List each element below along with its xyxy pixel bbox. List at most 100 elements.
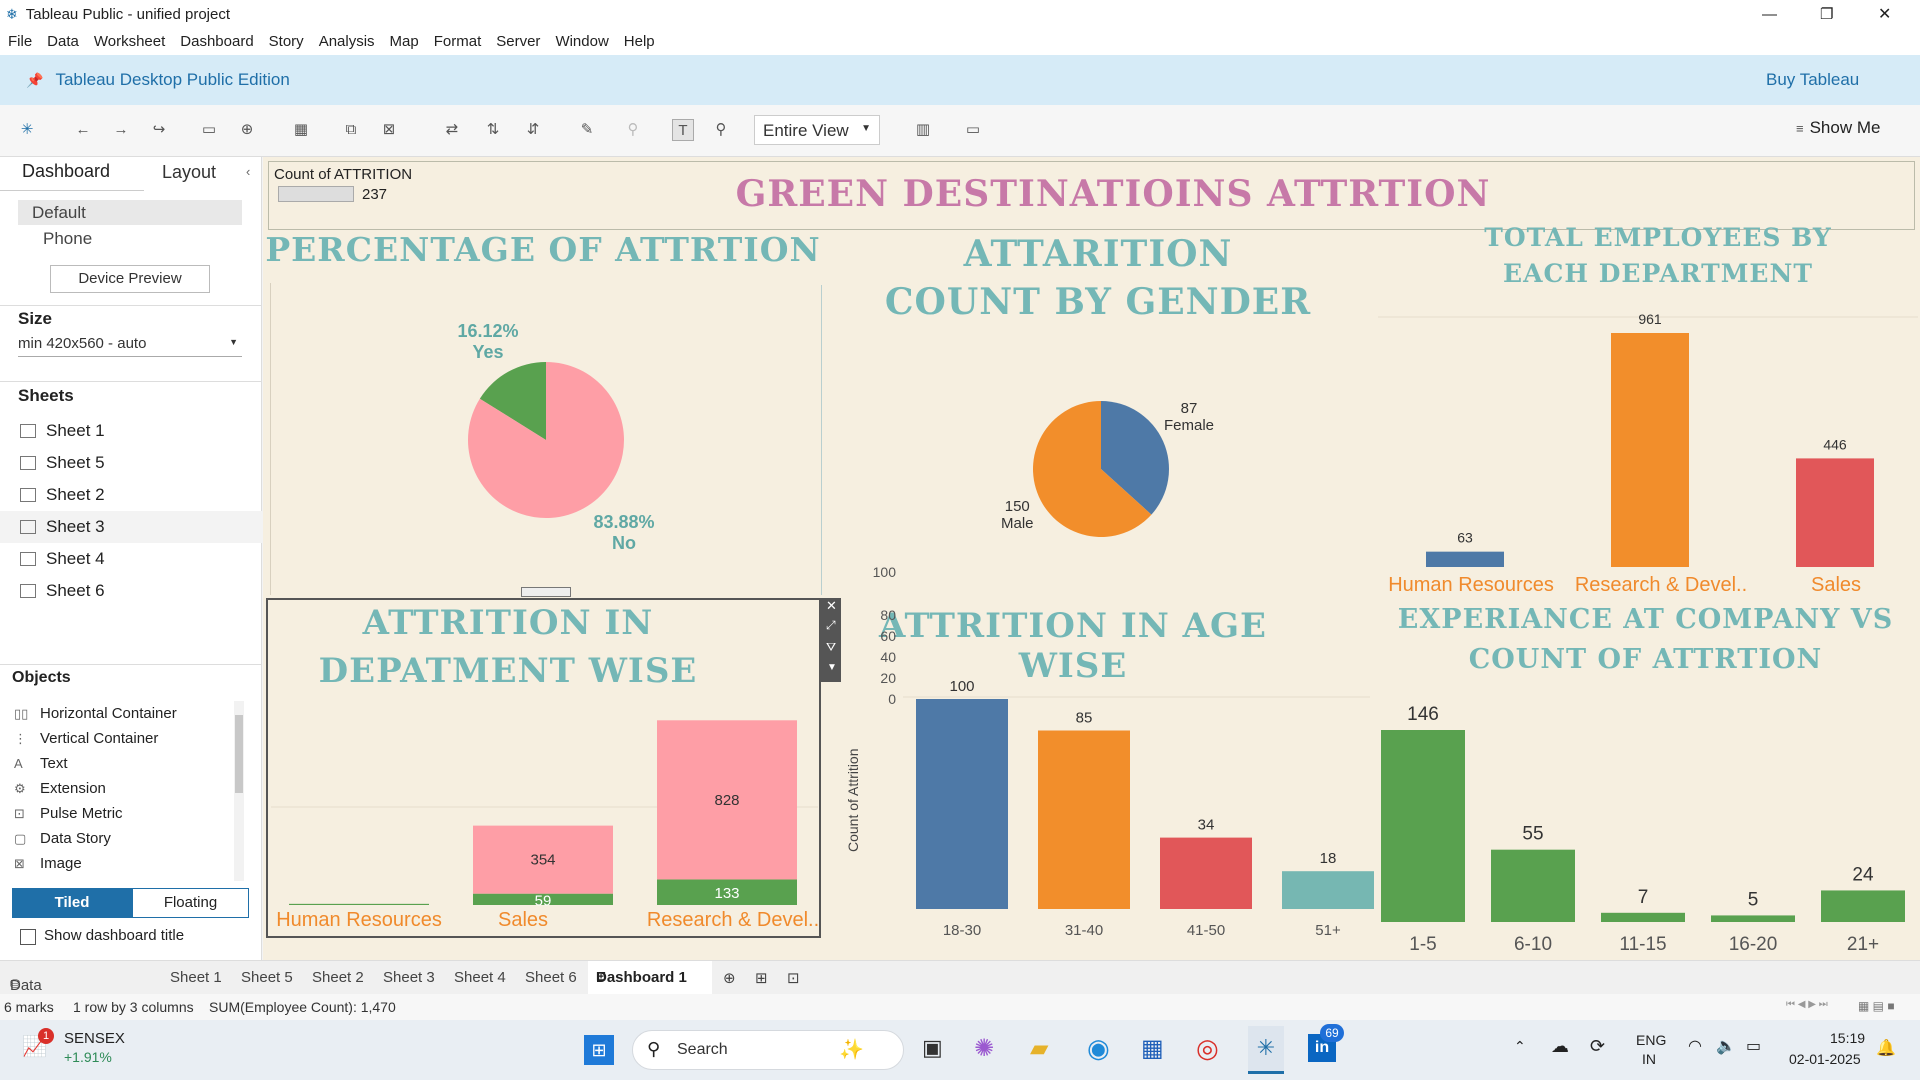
- tab-dashboard-1[interactable]: ⊞ Dashboard 1: [588, 961, 712, 995]
- menu-help[interactable]: Help: [624, 33, 655, 50]
- nav-first-icon[interactable]: ⏮ ◀ ▶ ⏭: [1786, 999, 1828, 1010]
- tab-sheet-6[interactable]: Sheet 6: [525, 969, 577, 986]
- volume-icon[interactable]: 🔈: [1716, 1036, 1736, 1056]
- menu-worksheet[interactable]: Worksheet: [94, 33, 165, 50]
- language-code[interactable]: ENG: [1636, 1032, 1666, 1048]
- wifi-icon[interactable]: ◠: [1688, 1036, 1702, 1056]
- tableau-taskbar-icon[interactable]: ✳: [1248, 1026, 1284, 1074]
- sheet-item-6[interactable]: Sheet 6: [20, 581, 105, 601]
- menu-analysis[interactable]: Analysis: [319, 33, 375, 50]
- copilot-icon[interactable]: ✺: [974, 1034, 994, 1063]
- redo-icon[interactable]: →: [110, 119, 132, 141]
- sort-desc-icon[interactable]: ⇵: [522, 119, 544, 141]
- menu-format[interactable]: Format: [434, 33, 482, 50]
- size-dropdown[interactable]: min 420x560 - auto ▼: [18, 335, 242, 357]
- cards-icon[interactable]: ▥: [912, 119, 934, 141]
- tab-sheet-4[interactable]: Sheet 4: [454, 969, 506, 986]
- swap-icon[interactable]: ⇄: [441, 119, 463, 141]
- grid-view-icon[interactable]: ▦ ▤ ■: [1858, 999, 1895, 1013]
- object-label: Vertical Container: [40, 730, 159, 747]
- tab-sheet-5[interactable]: Sheet 5: [241, 969, 293, 986]
- stock-widget[interactable]: 📈 1 SENSEX +1.91%: [22, 1028, 132, 1072]
- device-preview-button[interactable]: Device Preview: [50, 265, 210, 293]
- new-story-tab-icon[interactable]: ⊡: [787, 969, 800, 987]
- language-region[interactable]: IN: [1642, 1051, 1656, 1067]
- object-text[interactable]: A Text: [14, 755, 68, 772]
- cloud-icon[interactable]: ☁: [1551, 1036, 1569, 1057]
- chrome-icon[interactable]: ◎: [1196, 1033, 1219, 1064]
- new-worksheet-icon[interactable]: ▦: [290, 119, 312, 141]
- object-vertical-container[interactable]: ⋮ Vertical Container: [14, 730, 158, 747]
- menu-file[interactable]: File: [8, 33, 32, 50]
- undo-icon[interactable]: ←: [72, 119, 94, 141]
- show-title-checkbox[interactable]: [20, 929, 36, 945]
- minimize-button[interactable]: —: [1762, 6, 1777, 23]
- menu-data[interactable]: Data: [47, 33, 79, 50]
- replay-icon[interactable]: ↪: [148, 119, 170, 141]
- device-phone[interactable]: Phone: [43, 229, 92, 249]
- sheet-item-3[interactable]: Sheet 3: [20, 517, 105, 537]
- sync-icon[interactable]: ⟳: [1590, 1036, 1605, 1057]
- save-icon[interactable]: ▭: [198, 119, 220, 141]
- sheet-item-4[interactable]: Sheet 4: [20, 549, 105, 569]
- objects-heading: Objects: [12, 669, 71, 686]
- dept-attr-data-label: 828: [714, 792, 739, 809]
- sort-asc-icon[interactable]: ⇅: [482, 119, 504, 141]
- menu-story[interactable]: Story: [269, 33, 304, 50]
- search-label: Search: [677, 1041, 728, 1058]
- taskbar-search[interactable]: ⚲ Search ✨: [632, 1030, 904, 1070]
- new-worksheet-tab-icon[interactable]: ⊕: [723, 969, 736, 987]
- tab-layout[interactable]: Layout: [162, 162, 216, 183]
- menu-dashboard[interactable]: Dashboard: [180, 33, 253, 50]
- highlight-icon[interactable]: ✎: [576, 119, 598, 141]
- sheet-item-1[interactable]: Sheet 1: [20, 421, 105, 441]
- sheet-item-5[interactable]: Sheet 5: [20, 453, 105, 473]
- clear-sheet-icon[interactable]: ⊠: [378, 119, 400, 141]
- show-me-button[interactable]: ≡ Show Me: [1796, 118, 1880, 138]
- buy-tableau-link[interactable]: Buy Tableau: [1766, 70, 1859, 90]
- tab-sheet-2[interactable]: Sheet 2: [312, 969, 364, 986]
- show-labels-icon[interactable]: T: [672, 119, 694, 141]
- object-image[interactable]: ⊠ Image: [14, 855, 82, 872]
- tableau-icon[interactable]: ✳: [16, 119, 38, 141]
- sheet-item-2[interactable]: Sheet 2: [20, 485, 105, 505]
- fit-view-dropdown[interactable]: Entire View ▼: [754, 115, 880, 145]
- file-explorer-icon[interactable]: ▰: [1030, 1034, 1048, 1063]
- store-icon[interactable]: ▦: [1141, 1034, 1164, 1063]
- object-data-story[interactable]: ▢ Data Story: [14, 830, 111, 847]
- tiled-button[interactable]: Tiled: [12, 888, 132, 918]
- sheet-label: Sheet 5: [46, 453, 105, 472]
- tab-sheet-3[interactable]: Sheet 3: [383, 969, 435, 986]
- menu-window[interactable]: Window: [555, 33, 608, 50]
- new-dashboard-tab-icon[interactable]: ⊞: [755, 969, 768, 987]
- menu-server[interactable]: Server: [496, 33, 540, 50]
- clock-date[interactable]: 02-01-2025: [1789, 1051, 1861, 1067]
- tab-dashboard[interactable]: Dashboard: [22, 161, 110, 182]
- objects-scrollbar[interactable]: [234, 701, 244, 881]
- group-icon[interactable]: ⚲: [622, 119, 644, 141]
- collapse-icon[interactable]: ‹: [246, 164, 250, 179]
- object-pulse-metric[interactable]: ⊡ Pulse Metric: [14, 805, 123, 822]
- battery-icon[interactable]: ▭: [1746, 1036, 1761, 1056]
- notification-bell-icon[interactable]: 🔔: [1876, 1038, 1896, 1058]
- close-button[interactable]: ✕: [1878, 4, 1891, 24]
- new-datasource-icon[interactable]: ⊕: [236, 119, 258, 141]
- chevron-up-icon[interactable]: ⌃: [1514, 1038, 1526, 1055]
- device-default[interactable]: Default: [18, 200, 242, 225]
- menu-map[interactable]: Map: [390, 33, 419, 50]
- age-x-label: 51+: [1315, 922, 1341, 939]
- windows-start-icon[interactable]: ⊞: [584, 1035, 614, 1065]
- object-extension[interactable]: ⚙ Extension: [14, 780, 106, 797]
- edge-icon[interactable]: ◉: [1087, 1033, 1110, 1064]
- scrollbar-thumb[interactable]: [235, 715, 243, 793]
- maximize-button[interactable]: ❐: [1820, 5, 1833, 23]
- clock-time[interactable]: 15:19: [1830, 1030, 1865, 1046]
- tab-sheet-1[interactable]: Sheet 1: [170, 969, 222, 986]
- object-horizontal-container[interactable]: ▯▯ Horizontal Container: [14, 705, 177, 722]
- pin-axis-icon[interactable]: ⚲: [710, 119, 732, 141]
- duplicate-icon[interactable]: ⧉: [340, 119, 362, 141]
- presentation-icon[interactable]: ▭: [962, 119, 984, 141]
- left-panel: Dashboard Layout ‹ Default Phone Device …: [0, 157, 262, 960]
- floating-button[interactable]: Floating: [132, 888, 249, 918]
- task-view-icon[interactable]: ▣: [922, 1035, 943, 1061]
